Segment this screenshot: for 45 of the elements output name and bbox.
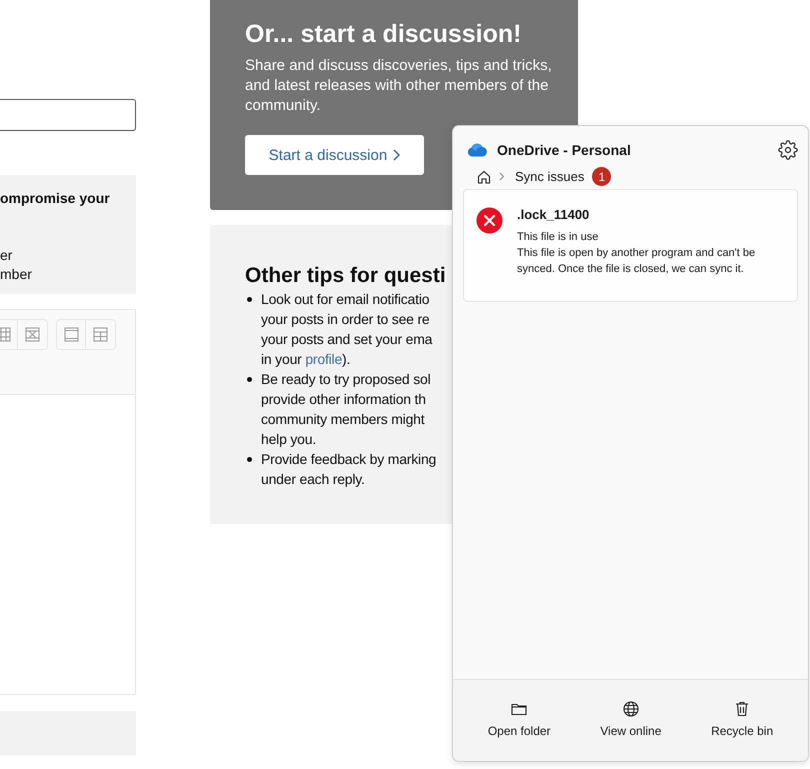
issue-card[interactable]: .lock_11400 This file is in use This file is open by another program and can't be synced. Once the file is closed, we can sync it. bbox=[463, 189, 798, 302]
globe-icon bbox=[622, 700, 640, 718]
error-icon bbox=[476, 207, 503, 234]
notice-text: mber bbox=[0, 265, 33, 284]
issue-count-badge: 1 bbox=[592, 167, 612, 186]
tip-text: community members might bbox=[261, 410, 426, 429]
tip-text: Look out for email notificatio bbox=[261, 290, 430, 309]
settings-button[interactable] bbox=[778, 140, 798, 160]
flyout-title: OneDrive - Personal bbox=[497, 142, 632, 158]
bullet-dot bbox=[247, 377, 252, 382]
issue-description: This file is open by another program and can't be synced. Once the file is closed, we can sync it. bbox=[517, 246, 756, 277]
settings-icon bbox=[778, 140, 798, 160]
breadcrumb-label: Sync issues bbox=[515, 169, 584, 184]
tips-title: Other tips for questi bbox=[245, 263, 446, 289]
notice-heading: ompromise your bbox=[0, 189, 111, 208]
text-field[interactable] bbox=[0, 99, 136, 131]
tip-text: Be ready to try proposed sol bbox=[261, 370, 430, 389]
home-button[interactable] bbox=[477, 170, 491, 184]
card-title: Or... start a discussion! bbox=[245, 19, 522, 50]
chevron-icon bbox=[499, 172, 505, 181]
table-icon bbox=[0, 327, 10, 342]
issue-status: This file is in use bbox=[517, 230, 600, 245]
file-name: .lock_11400 bbox=[517, 207, 590, 222]
cloud-icon bbox=[467, 143, 488, 157]
bullet-dot bbox=[247, 297, 252, 302]
chevron-icon bbox=[392, 149, 400, 161]
tip-text: help you. bbox=[261, 430, 318, 449]
view-online-button[interactable]: View online bbox=[594, 700, 668, 738]
start-discussion-button[interactable]: Start a discussion bbox=[245, 135, 424, 175]
tip-text: your posts in order to see re bbox=[261, 310, 431, 329]
tip-text: provide other information th bbox=[261, 390, 427, 409]
profile-link[interactable]: profile bbox=[305, 351, 342, 367]
tip-text: your posts and set your ema bbox=[261, 330, 432, 349]
open-folder-button[interactable]: Open folder bbox=[482, 700, 557, 738]
tip-text: Provide feedback by marking bbox=[261, 450, 436, 469]
card-text: Share and discuss discoveries, tips and tricks, and latest releases with other members of the community. bbox=[245, 56, 553, 116]
tip-text: in your profile). bbox=[261, 350, 352, 369]
table-icon bbox=[64, 327, 78, 342]
table-icon bbox=[93, 327, 108, 342]
recycle-bin-button[interactable]: Recycle bin bbox=[705, 700, 780, 738]
bullet-dot bbox=[247, 457, 252, 462]
notice-text: er bbox=[0, 246, 14, 265]
tip-text: under each reply. bbox=[261, 470, 366, 489]
home-icon bbox=[477, 170, 491, 184]
table-icon bbox=[25, 327, 40, 342]
